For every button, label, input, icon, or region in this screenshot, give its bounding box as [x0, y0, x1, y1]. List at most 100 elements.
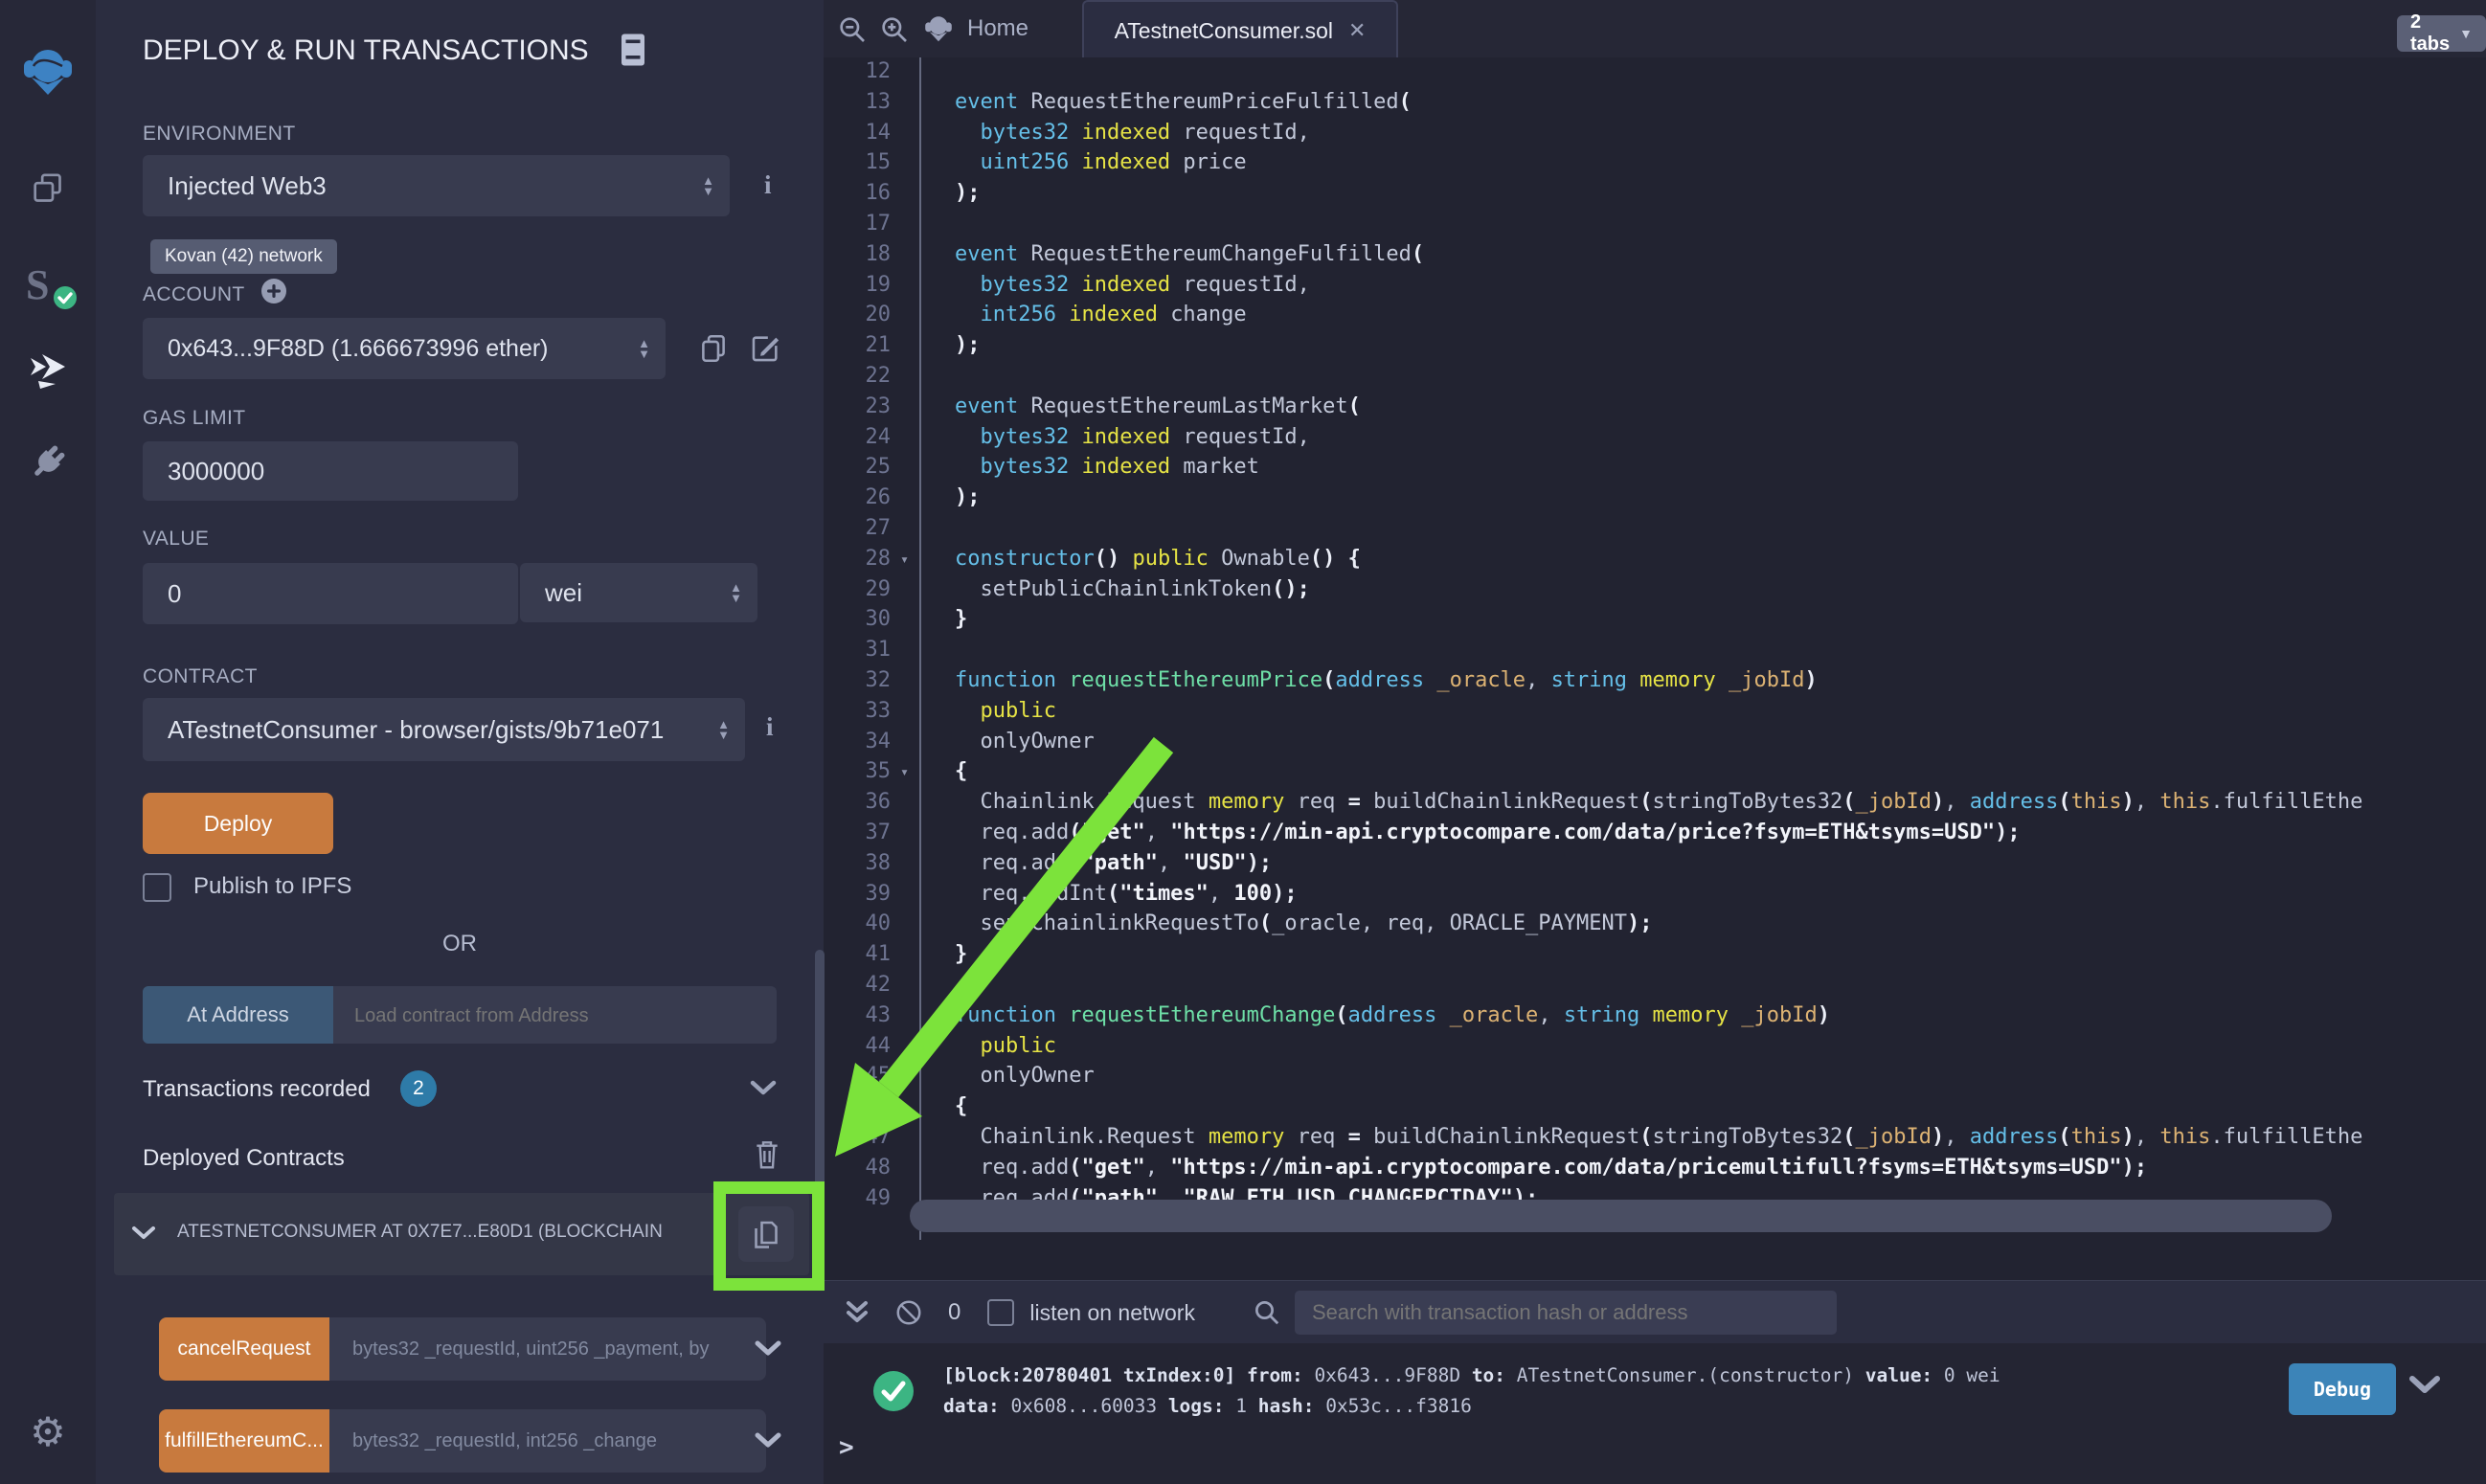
- home-tab-label: Home: [967, 15, 1028, 42]
- tabs-count-dropdown[interactable]: 2 tabs ▼: [2397, 15, 2486, 52]
- contract-select[interactable]: ATestnetConsumer - browser/gists/9b71e07…: [143, 698, 745, 761]
- line-number: 31: [824, 638, 891, 662]
- expand-function-chevron-icon[interactable]: [755, 1340, 781, 1358]
- code-line: 31: [824, 638, 2486, 668]
- documentation-icon[interactable]: [618, 33, 648, 67]
- settings-gear-icon[interactable]: ⚙: [0, 1411, 96, 1453]
- file-explorer-icon[interactable]: [0, 169, 96, 208]
- code-line: 34 onlyOwner: [824, 730, 2486, 760]
- value-unit: wei: [520, 578, 582, 608]
- editor-horizontal-scrollbar[interactable]: [910, 1200, 2332, 1232]
- fulfill-ethereum-args[interactable]: bytes32 _requestId, int256 _change: [329, 1409, 766, 1473]
- terminal-prompt[interactable]: >: [839, 1433, 854, 1462]
- edit-account-icon[interactable]: [749, 331, 781, 366]
- close-tab-icon[interactable]: ✕: [1348, 18, 1366, 43]
- code-line: 29 setPublicChainlinkToken();: [824, 577, 2486, 608]
- select-arrows-icon: ▲▼: [730, 582, 742, 603]
- code-line: 37 req.add("get", "https://min-api.crypt…: [824, 821, 2486, 851]
- deployed-contract-row[interactable]: ATESTNETCONSUMER AT 0X7E7...E80D1 (BLOCK…: [114, 1193, 809, 1275]
- environment-label: ENVIRONMENT: [143, 123, 296, 146]
- contract-info-icon[interactable]: i: [766, 712, 774, 742]
- environment-info-icon[interactable]: i: [764, 170, 772, 200]
- home-remix-logo-icon: [923, 13, 954, 44]
- fulfill-ethereum-button[interactable]: fulfillEthereumC...: [159, 1409, 329, 1473]
- value-input[interactable]: [143, 563, 518, 624]
- listen-network-label: listen on network: [1029, 1300, 1195, 1326]
- environment-select[interactable]: Injected Web3 ▲▼: [143, 155, 730, 216]
- contract-expand-chevron-icon[interactable]: [131, 1225, 156, 1241]
- clear-console-icon[interactable]: [894, 1298, 923, 1327]
- terminal-search-input[interactable]: [1295, 1291, 1837, 1335]
- select-arrows-icon: ▲▼: [717, 719, 730, 740]
- line-number: 48: [824, 1156, 891, 1180]
- active-tab-label: ATestnetConsumer.sol: [1115, 18, 1333, 44]
- value-unit-select[interactable]: wei ▲▼: [520, 563, 757, 622]
- line-number: 33: [824, 699, 891, 723]
- annotation-highlight-box: [713, 1181, 825, 1291]
- publish-ipfs-checkbox[interactable]: [143, 873, 171, 902]
- tabs-count-label: 2 tabs: [2410, 11, 2452, 56]
- delete-contracts-trash-icon[interactable]: [752, 1137, 782, 1172]
- code-line: 16);: [824, 181, 2486, 212]
- search-icon: [1253, 1298, 1281, 1327]
- code-editor[interactable]: 12 13event RequestEthereumPriceFulfilled(…: [824, 57, 2486, 1280]
- deployed-contract-title: ATESTNETCONSUMER AT 0X7E7...E80D1 (BLOCK…: [177, 1222, 742, 1243]
- terminal-output: [block:20780401 txIndex:0] from: 0x643..…: [824, 1343, 2486, 1484]
- line-number: 37: [824, 821, 891, 844]
- expand-function-chevron-icon[interactable]: [755, 1432, 781, 1450]
- terminal-toolbar: 0 listen on network: [824, 1280, 2486, 1344]
- at-address-row: At Address: [143, 986, 777, 1044]
- code-line: 17: [824, 212, 2486, 242]
- transactions-chevron-icon[interactable]: [749, 1080, 778, 1097]
- listen-network-checkbox[interactable]: [987, 1299, 1014, 1326]
- home-tab[interactable]: Home: [923, 13, 1028, 44]
- select-arrows-icon: ▲▼: [638, 338, 650, 359]
- expand-terminal-icon[interactable]: [845, 1299, 870, 1326]
- solidity-compiler-icon[interactable]: S: [0, 259, 96, 312]
- line-number: 15: [824, 150, 891, 174]
- debug-button[interactable]: Debug: [2289, 1363, 2396, 1415]
- fold-arrow-icon[interactable]: ▾: [900, 1098, 909, 1115]
- code-line: 24 bytes32 indexed requestId,: [824, 425, 2486, 456]
- code-line: 30}: [824, 607, 2486, 638]
- environment-value: Injected Web3: [143, 171, 327, 201]
- line-number: 21: [824, 333, 891, 357]
- tx-log-line[interactable]: data: 0x608...60033 logs: 1 hash: 0x53c.…: [943, 1395, 1472, 1417]
- line-number: 12: [824, 59, 891, 83]
- copy-account-icon[interactable]: [697, 331, 730, 366]
- zoom-out-icon[interactable]: [837, 14, 868, 45]
- cancel-request-args[interactable]: bytes32 _requestId, uint256 _payment, by: [329, 1317, 766, 1381]
- code-line: 13event RequestEthereumPriceFulfilled(: [824, 90, 2486, 121]
- line-number: 36: [824, 790, 891, 814]
- gas-limit-input[interactable]: [143, 441, 518, 501]
- cancel-request-button[interactable]: cancelRequest: [159, 1317, 329, 1381]
- at-address-input[interactable]: [333, 986, 778, 1046]
- deploy-button[interactable]: Deploy: [143, 793, 333, 854]
- add-account-icon[interactable]: [260, 278, 287, 304]
- code-line: 43function requestEthereumChange(address…: [824, 1003, 2486, 1034]
- plugin-manager-icon[interactable]: [0, 442, 96, 483]
- tx-log-line[interactable]: [block:20780401 txIndex:0] from: 0x643..…: [943, 1364, 2000, 1386]
- code-line: 47 Chainlink.Request memory req = buildC…: [824, 1125, 2486, 1156]
- code-line: 40 sendChainlinkRequestTo(_oracle, req, …: [824, 911, 2486, 942]
- transactions-count-badge: 2: [400, 1070, 437, 1107]
- code-line: 23event RequestEthereumLastMarket(: [824, 394, 2486, 425]
- line-number: 18: [824, 242, 891, 266]
- line-number: 40: [824, 911, 891, 935]
- code-line: 15 uint256 indexed price: [824, 150, 2486, 181]
- active-tab[interactable]: ATestnetConsumer.sol ✕: [1082, 0, 1398, 59]
- at-address-button[interactable]: At Address: [143, 986, 333, 1044]
- line-number: 49: [824, 1186, 891, 1210]
- code-line: 19 bytes32 indexed requestId,: [824, 273, 2486, 304]
- log-expand-chevron-icon[interactable]: [2408, 1375, 2441, 1396]
- fold-arrow-icon[interactable]: ▾: [900, 551, 909, 568]
- line-number: 27: [824, 516, 891, 540]
- fold-arrow-icon[interactable]: ▾: [900, 763, 909, 780]
- compile-success-badge: [53, 285, 78, 310]
- zoom-in-icon[interactable]: [879, 14, 910, 45]
- account-select[interactable]: 0x643...9F88D (1.666673996 ether) ▲▼: [143, 318, 666, 379]
- line-number: 13: [824, 90, 891, 114]
- deploy-and-run-icon[interactable]: [0, 350, 96, 393]
- gas-limit-label: GAS LIMIT: [143, 407, 245, 430]
- tx-success-icon: [871, 1369, 915, 1413]
